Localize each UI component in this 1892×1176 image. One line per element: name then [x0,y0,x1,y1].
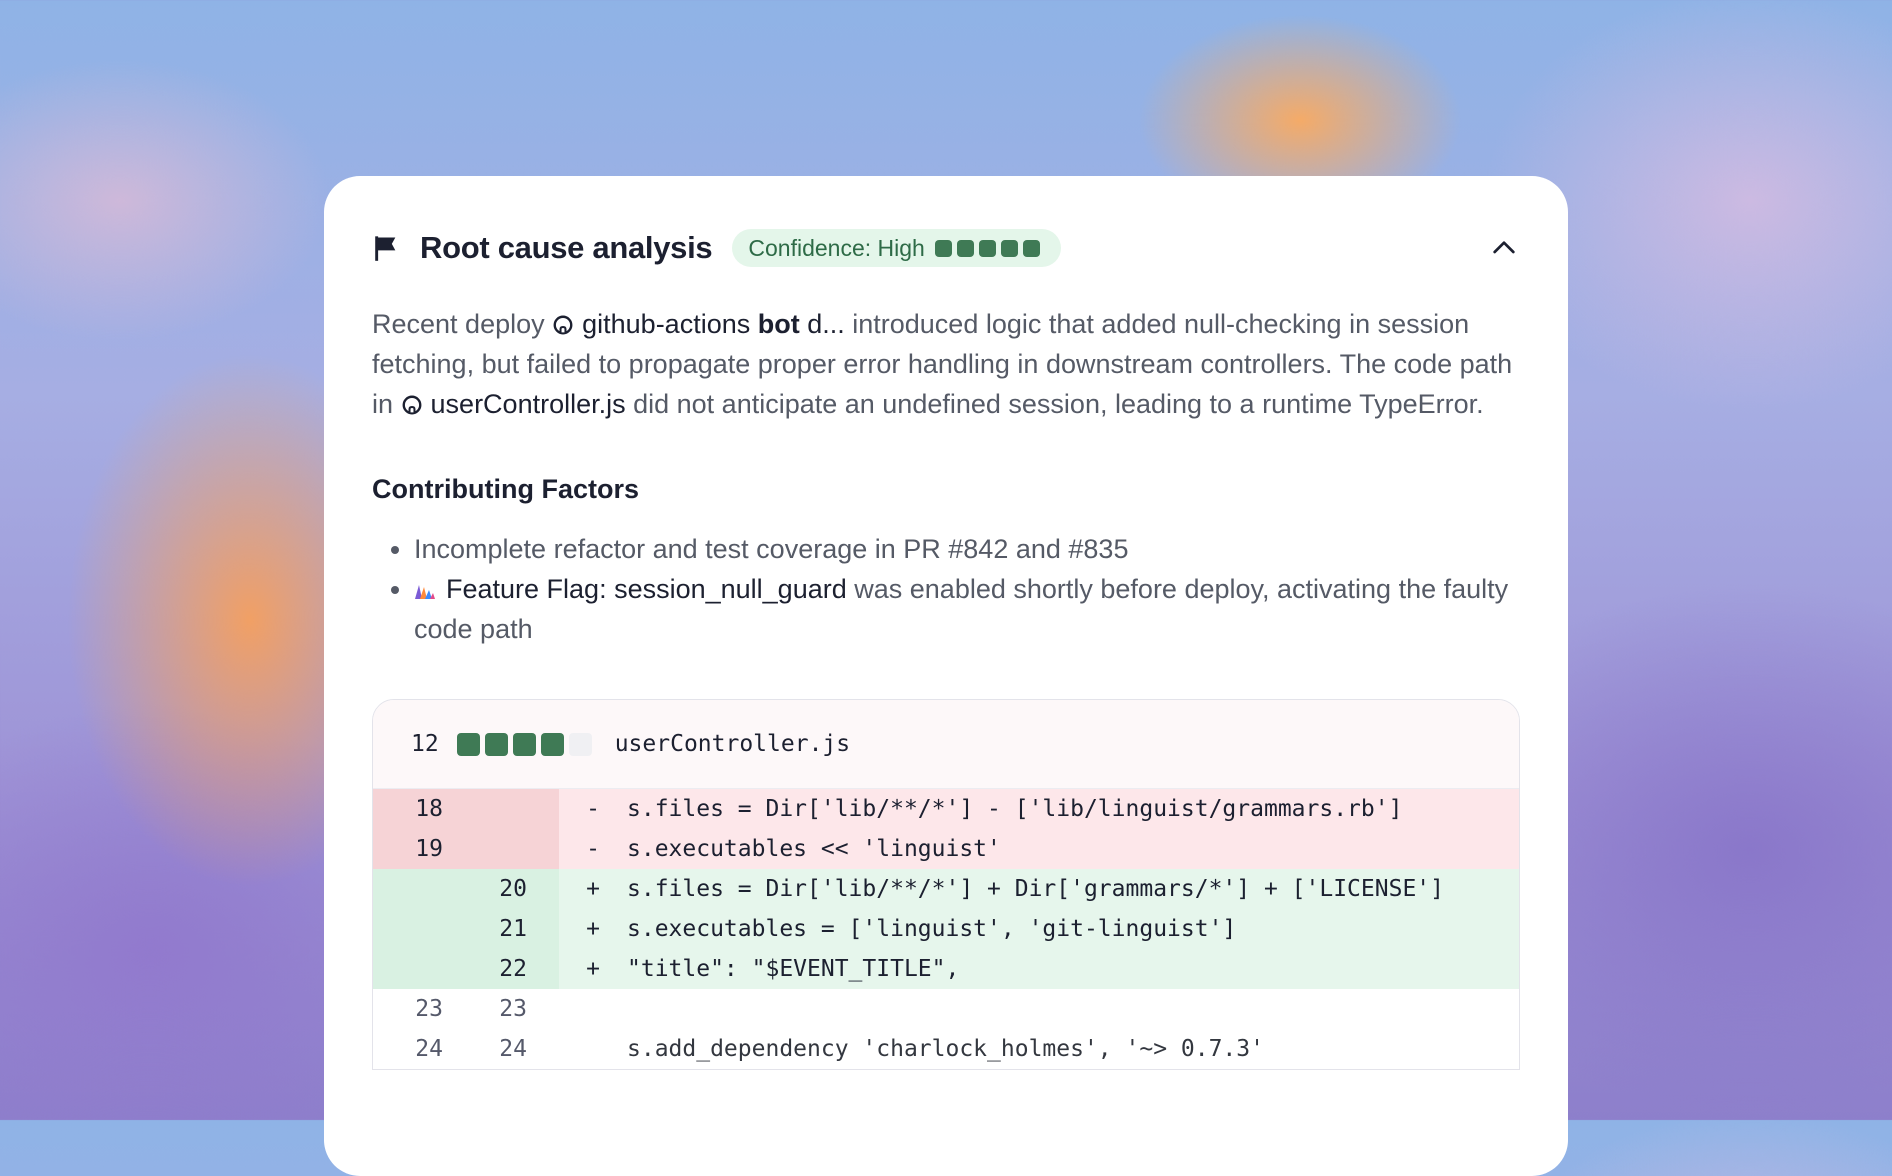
confidence-label: Confidence: High [748,234,925,261]
old-line-number: 24 [415,1036,443,1062]
factors-heading: Contributing Factors [372,474,639,504]
diff-sign: + [586,956,600,982]
root-cause-card: Root cause analysis Confidence: High Rec… [324,176,1568,1176]
new-line-number: 21 [499,916,527,942]
file-reference[interactable]: userController.js [401,389,626,419]
confidence-dot [1000,239,1018,257]
change-bar-segment [484,732,508,756]
list-item: Feature Flag: session_null_guard was ena… [414,569,1520,649]
confidence-dot [934,239,952,257]
card-title: Root cause analysis [420,230,713,265]
deploy-reference[interactable]: github-actions bot d... [552,309,845,339]
change-bar-segment [456,732,480,756]
code-text: s.add_dependency 'charlock_holmes', '~> … [627,1036,1264,1062]
summary-paragraph: Recent deploy github-actions bot d... in… [372,304,1520,424]
factor-1-text: Incomplete refactor and test coverage in… [414,534,1129,564]
file-ref-name: userController.js [430,389,626,419]
line-number-gutter: 22 [373,949,559,989]
confidence-dot [956,239,974,257]
diff-body: 18 - s.files = Dir['lib/**/*'] - ['lib/lin… [373,789,1519,1069]
feature-flag-icon [415,585,435,599]
diff-line: 20 + s.files = Dir['lib/**/*'] + Dir['gram… [373,869,1519,909]
diff-header: 12 userController.js [373,700,1519,789]
new-line-number: 24 [499,1036,527,1062]
new-line-number: 23 [499,996,527,1022]
deploy-ref-rest: d... [799,309,845,339]
confidence-meter [934,239,1045,257]
factors-list: Incomplete refactor and test coverage in… [372,529,1520,649]
summary-text-3: did not anticipate an undefined session,… [625,389,1484,419]
deploy-ref-bold: bot [757,309,800,339]
change-bar-segment [568,732,592,756]
line-number-gutter: 20 [373,869,559,909]
diff-sign: + [586,876,600,902]
change-bar-segment [512,732,536,756]
line-number-gutter: 18 [373,789,559,829]
code-text: s.executables = ['linguist', 'git-lingui… [627,916,1237,942]
line-number-gutter: 19 [373,829,559,869]
diff-change-bar [456,732,597,756]
confidence-dot [1022,239,1040,257]
summary-text-1: Recent deploy [372,309,553,339]
card-header: Root cause analysis Confidence: High [372,228,1520,268]
chevron-up-icon[interactable] [1488,232,1520,264]
diff-change-count: 12 [411,731,439,757]
diff-line: 22 + "title": "$EVENT_TITLE", [373,949,1519,989]
old-line-number: 19 [415,836,443,862]
list-item: Incomplete refactor and test coverage in… [414,529,1520,569]
diff-sign: + [586,916,600,942]
flag-icon [375,236,396,261]
old-line-number: 23 [415,996,443,1022]
diff-sign: - [586,796,600,822]
diff-filename[interactable]: userController.js [615,731,850,757]
code-diff: 12 userController.js 18 - s.files = Dir['l… [372,699,1520,1070]
line-number-gutter: 23 23 [373,989,559,1029]
code-text: s.files = Dir['lib/**/*'] - ['lib/lingui… [627,796,1403,822]
feature-flag-name: Feature Flag: session_null_guard [446,574,847,604]
code-text: s.files = Dir['lib/**/*'] + Dir['grammar… [627,876,1444,902]
line-number-gutter: 24 24 [373,1029,559,1069]
confidence-badge: Confidence: High [732,229,1061,267]
code-text: "title": "$EVENT_TITLE", [627,956,960,982]
line-number-gutter: 21 [373,909,559,949]
feature-flag-reference[interactable]: Feature Flag: session_null_guard [414,574,847,604]
change-bar-segment [540,732,564,756]
new-line-number: 20 [499,876,527,902]
diff-line: 23 23 [373,989,1519,1029]
github-icon [402,395,421,415]
code-text: s.executables << 'linguist' [627,836,1001,862]
deploy-ref-name: github-actions [582,309,758,339]
github-icon [553,315,573,335]
diff-line: 24 24 s.add_dependency 'charlock_holmes', … [373,1029,1519,1069]
diff-line: 18 - s.files = Dir['lib/**/*'] - ['lib/lin… [373,789,1519,829]
confidence-dot [978,239,996,257]
old-line-number: 18 [415,796,443,822]
diff-line: 21 + s.executables = ['linguist', 'git-lin… [373,909,1519,949]
diff-sign: - [586,836,600,862]
new-line-number: 22 [499,956,527,982]
diff-line: 19 - s.executables << 'linguist' [373,829,1519,869]
